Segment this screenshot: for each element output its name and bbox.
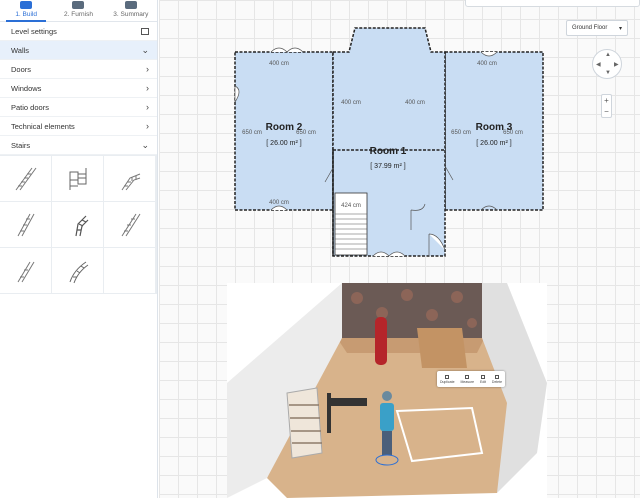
sidebar-item-stairs[interactable]: Stairs ⌄	[0, 136, 157, 155]
straight-stair-icon	[15, 167, 36, 190]
stair-option[interactable]	[0, 202, 51, 247]
caret-down-icon: ▾	[618, 25, 622, 32]
step-tabs: 1. Build 2. Furnish 3. Summary	[0, 0, 157, 22]
dimension-label: 400 cm	[477, 61, 497, 67]
chevron-right-icon: ›	[146, 121, 149, 131]
edit-icon	[481, 374, 485, 379]
sidebar-item-label: Walls	[11, 45, 30, 55]
stair-option[interactable]	[52, 156, 103, 201]
sofa-icon	[72, 1, 85, 9]
dimension-label: 400 cm	[269, 61, 289, 67]
sidebar-item-windows[interactable]: Windows ›	[0, 79, 157, 98]
duplicate-label: Duplicate	[439, 379, 455, 384]
trash-icon	[494, 374, 499, 379]
measure-label: Measure	[460, 379, 475, 384]
dimension-label: 650 cm	[451, 130, 471, 136]
measure-icon	[465, 374, 470, 379]
l-shaped-stair-icon	[121, 173, 140, 190]
sidebar-item-technical-elements[interactable]: Technical elements ›	[0, 117, 157, 136]
build-icon	[20, 1, 33, 9]
edit-button[interactable]: Edit	[479, 374, 487, 384]
zoom-out-button[interactable]: −	[602, 106, 611, 117]
3d-preview[interactable]: Duplicate Measure Edit Delete	[227, 283, 547, 498]
stair-option[interactable]	[104, 202, 155, 247]
sidebar-item-label: Technical elements	[11, 121, 75, 131]
sidebar: 1. Build 2. Furnish 3. Summary Level set…	[0, 0, 158, 498]
sidebar-item-label: Windows	[11, 83, 42, 93]
dimension-label: 400 cm	[341, 100, 361, 106]
dimension-label: 650 cm	[242, 130, 262, 136]
floor-select-value: Ground Floor	[572, 25, 608, 31]
level-settings-label: Level settings	[11, 26, 57, 36]
stair-option[interactable]	[52, 202, 103, 247]
room-2-area-label: [ 26.00 m² ]	[266, 140, 301, 147]
dimension-label: 650 cm	[503, 130, 523, 136]
chevron-right-icon: ›	[146, 102, 149, 112]
chevron-right-icon: ›	[146, 83, 149, 93]
sidebar-item-label: Doors	[11, 64, 32, 74]
delete-button[interactable]: Delete	[491, 374, 503, 384]
floor-plan[interactable]: Room 2 [ 26.00 m² ] Room 1 [ 37.99 m² ] …	[159, 0, 640, 290]
stair-empty-cell	[104, 248, 155, 293]
dimension-label: 400 cm	[269, 200, 289, 206]
stairs-catalog	[0, 155, 157, 294]
duplicate-button[interactable]: Duplicate	[439, 374, 455, 384]
tab-furnish-label: 2. Furnish	[64, 11, 93, 18]
dimension-label: 424 cm	[341, 203, 361, 209]
measure-button[interactable]: Measure	[460, 374, 475, 384]
room-1-area-label: [ 37.99 m² ]	[370, 163, 405, 170]
straight-stair-icon	[121, 213, 140, 236]
sidebar-item-walls[interactable]: Walls ⌄	[0, 41, 157, 60]
level-settings-icon[interactable]	[141, 27, 149, 35]
sidebar-item-doors[interactable]: Doors ›	[0, 60, 157, 79]
duplicate-icon	[445, 374, 450, 379]
arrow-down-icon[interactable]: ▼	[605, 70, 611, 76]
stair-option[interactable]	[52, 248, 103, 293]
arrow-left-icon[interactable]: ◀	[596, 61, 601, 68]
floor-select[interactable]: Ground Floor ▾	[566, 20, 628, 36]
3d-room-render	[227, 283, 547, 498]
stair-option[interactable]	[0, 248, 51, 293]
tab-summary-label: 3. Summary	[113, 11, 149, 18]
straight-stair-icon	[17, 213, 34, 236]
dimension-label: 650 cm	[296, 130, 316, 136]
chevron-down-icon: ⌄	[141, 44, 149, 55]
dimension-label: 400 cm	[405, 100, 425, 106]
curved-stair-icon	[69, 261, 88, 283]
tab-build-label: 1. Build	[15, 11, 37, 18]
u-shaped-stair-icon	[69, 167, 86, 190]
zoom-control: + −	[601, 94, 612, 118]
tab-build[interactable]: 1. Build	[0, 0, 52, 22]
summary-icon	[124, 1, 137, 9]
sidebar-item-patio-doors[interactable]: Patio doors ›	[0, 98, 157, 117]
edit-label: Edit	[479, 379, 487, 384]
straight-stair-icon	[17, 261, 34, 282]
room-1-name: Room 1	[370, 146, 407, 157]
sidebar-item-label: Stairs	[11, 140, 31, 150]
arrow-up-icon[interactable]: ▲	[605, 52, 611, 58]
object-context-menu: Duplicate Measure Edit Delete	[437, 371, 505, 387]
zoom-in-button[interactable]: +	[602, 95, 611, 106]
level-settings-row[interactable]: Level settings	[0, 22, 157, 41]
stair-option[interactable]	[0, 156, 51, 201]
arrow-right-icon[interactable]: ▶	[614, 61, 619, 68]
tab-summary[interactable]: 3. Summary	[105, 0, 157, 21]
chevron-right-icon: ›	[146, 64, 149, 74]
navigation-wheel[interactable]: ▲ ▼ ◀ ▶	[592, 49, 622, 79]
quarter-turn-stair-icon	[74, 215, 88, 236]
design-canvas[interactable]: Room 2 [ 26.00 m² ] Room 1 [ 37.99 m² ] …	[159, 0, 640, 498]
chevron-down-icon: ⌄	[141, 139, 149, 150]
tab-furnish[interactable]: 2. Furnish	[52, 0, 104, 21]
stair-option[interactable]	[104, 156, 155, 201]
delete-label: Delete	[491, 379, 503, 384]
room-3-area-label: [ 26.00 m² ]	[476, 140, 511, 147]
sidebar-item-label: Patio doors	[11, 102, 49, 112]
